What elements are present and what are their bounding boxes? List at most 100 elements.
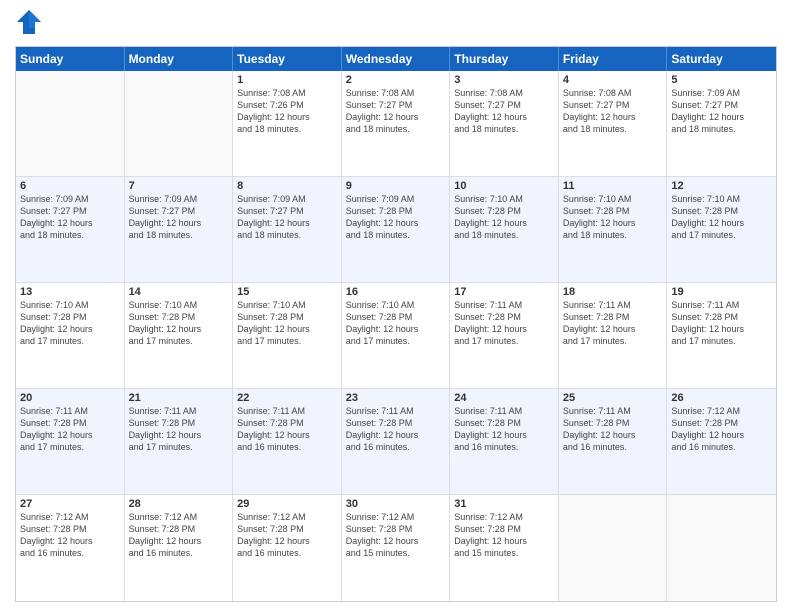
day-info: Sunrise: 7:11 AM Sunset: 7:28 PM Dayligh… <box>237 405 337 454</box>
day-cell-5: 5Sunrise: 7:09 AM Sunset: 7:27 PM Daylig… <box>667 71 776 176</box>
day-cell-12: 12Sunrise: 7:10 AM Sunset: 7:28 PM Dayli… <box>667 177 776 282</box>
day-cell-29: 29Sunrise: 7:12 AM Sunset: 7:28 PM Dayli… <box>233 495 342 601</box>
day-info: Sunrise: 7:09 AM Sunset: 7:27 PM Dayligh… <box>20 193 120 242</box>
header-day-tuesday: Tuesday <box>233 47 342 71</box>
day-number: 8 <box>237 180 337 192</box>
day-info: Sunrise: 7:11 AM Sunset: 7:28 PM Dayligh… <box>671 299 772 348</box>
day-cell-9: 9Sunrise: 7:09 AM Sunset: 7:28 PM Daylig… <box>342 177 451 282</box>
logo-icon <box>15 8 43 36</box>
day-cell-18: 18Sunrise: 7:11 AM Sunset: 7:28 PM Dayli… <box>559 283 668 388</box>
day-info: Sunrise: 7:11 AM Sunset: 7:28 PM Dayligh… <box>129 405 229 454</box>
day-number: 5 <box>671 74 772 86</box>
day-info: Sunrise: 7:09 AM Sunset: 7:27 PM Dayligh… <box>129 193 229 242</box>
calendar-body: 1Sunrise: 7:08 AM Sunset: 7:26 PM Daylig… <box>16 71 776 601</box>
page: SundayMondayTuesdayWednesdayThursdayFrid… <box>0 0 792 612</box>
day-cell-30: 30Sunrise: 7:12 AM Sunset: 7:28 PM Dayli… <box>342 495 451 601</box>
day-info: Sunrise: 7:10 AM Sunset: 7:28 PM Dayligh… <box>454 193 554 242</box>
day-info: Sunrise: 7:08 AM Sunset: 7:26 PM Dayligh… <box>237 87 337 136</box>
calendar: SundayMondayTuesdayWednesdayThursdayFrid… <box>15 46 777 602</box>
day-info: Sunrise: 7:12 AM Sunset: 7:28 PM Dayligh… <box>454 511 554 560</box>
day-number: 28 <box>129 498 229 510</box>
day-number: 25 <box>563 392 663 404</box>
day-cell-17: 17Sunrise: 7:11 AM Sunset: 7:28 PM Dayli… <box>450 283 559 388</box>
day-number: 21 <box>129 392 229 404</box>
day-number: 7 <box>129 180 229 192</box>
day-info: Sunrise: 7:10 AM Sunset: 7:28 PM Dayligh… <box>237 299 337 348</box>
day-info: Sunrise: 7:11 AM Sunset: 7:28 PM Dayligh… <box>346 405 446 454</box>
day-cell-24: 24Sunrise: 7:11 AM Sunset: 7:28 PM Dayli… <box>450 389 559 494</box>
day-info: Sunrise: 7:10 AM Sunset: 7:28 PM Dayligh… <box>346 299 446 348</box>
header-day-wednesday: Wednesday <box>342 47 451 71</box>
day-info: Sunrise: 7:08 AM Sunset: 7:27 PM Dayligh… <box>563 87 663 136</box>
day-number: 18 <box>563 286 663 298</box>
day-number: 26 <box>671 392 772 404</box>
calendar-header: SundayMondayTuesdayWednesdayThursdayFrid… <box>16 47 776 71</box>
header-day-sunday: Sunday <box>16 47 125 71</box>
day-cell-3: 3Sunrise: 7:08 AM Sunset: 7:27 PM Daylig… <box>450 71 559 176</box>
day-cell-28: 28Sunrise: 7:12 AM Sunset: 7:28 PM Dayli… <box>125 495 234 601</box>
day-number: 14 <box>129 286 229 298</box>
day-number: 29 <box>237 498 337 510</box>
day-info: Sunrise: 7:10 AM Sunset: 7:28 PM Dayligh… <box>20 299 120 348</box>
day-cell-16: 16Sunrise: 7:10 AM Sunset: 7:28 PM Dayli… <box>342 283 451 388</box>
day-cell-1: 1Sunrise: 7:08 AM Sunset: 7:26 PM Daylig… <box>233 71 342 176</box>
day-cell-10: 10Sunrise: 7:10 AM Sunset: 7:28 PM Dayli… <box>450 177 559 282</box>
day-number: 27 <box>20 498 120 510</box>
day-number: 10 <box>454 180 554 192</box>
day-info: Sunrise: 7:12 AM Sunset: 7:28 PM Dayligh… <box>20 511 120 560</box>
week-row-5: 27Sunrise: 7:12 AM Sunset: 7:28 PM Dayli… <box>16 495 776 601</box>
day-cell-13: 13Sunrise: 7:10 AM Sunset: 7:28 PM Dayli… <box>16 283 125 388</box>
day-cell-31: 31Sunrise: 7:12 AM Sunset: 7:28 PM Dayli… <box>450 495 559 601</box>
day-number: 13 <box>20 286 120 298</box>
empty-cell <box>125 71 234 176</box>
day-number: 16 <box>346 286 446 298</box>
day-cell-20: 20Sunrise: 7:11 AM Sunset: 7:28 PM Dayli… <box>16 389 125 494</box>
day-number: 3 <box>454 74 554 86</box>
empty-cell <box>559 495 668 601</box>
day-number: 4 <box>563 74 663 86</box>
day-info: Sunrise: 7:10 AM Sunset: 7:28 PM Dayligh… <box>671 193 772 242</box>
day-number: 23 <box>346 392 446 404</box>
header-day-monday: Monday <box>125 47 234 71</box>
header-day-friday: Friday <box>559 47 668 71</box>
day-cell-6: 6Sunrise: 7:09 AM Sunset: 7:27 PM Daylig… <box>16 177 125 282</box>
day-info: Sunrise: 7:12 AM Sunset: 7:28 PM Dayligh… <box>346 511 446 560</box>
day-cell-15: 15Sunrise: 7:10 AM Sunset: 7:28 PM Dayli… <box>233 283 342 388</box>
day-cell-14: 14Sunrise: 7:10 AM Sunset: 7:28 PM Dayli… <box>125 283 234 388</box>
day-number: 1 <box>237 74 337 86</box>
day-number: 20 <box>20 392 120 404</box>
week-row-3: 13Sunrise: 7:10 AM Sunset: 7:28 PM Dayli… <box>16 283 776 389</box>
empty-cell <box>667 495 776 601</box>
day-number: 30 <box>346 498 446 510</box>
day-cell-11: 11Sunrise: 7:10 AM Sunset: 7:28 PM Dayli… <box>559 177 668 282</box>
logo <box>15 10 47 38</box>
day-number: 19 <box>671 286 772 298</box>
day-number: 9 <box>346 180 446 192</box>
day-info: Sunrise: 7:12 AM Sunset: 7:28 PM Dayligh… <box>129 511 229 560</box>
day-info: Sunrise: 7:11 AM Sunset: 7:28 PM Dayligh… <box>563 299 663 348</box>
day-number: 11 <box>563 180 663 192</box>
day-info: Sunrise: 7:11 AM Sunset: 7:28 PM Dayligh… <box>454 299 554 348</box>
day-info: Sunrise: 7:08 AM Sunset: 7:27 PM Dayligh… <box>346 87 446 136</box>
header <box>15 10 777 38</box>
day-info: Sunrise: 7:12 AM Sunset: 7:28 PM Dayligh… <box>671 405 772 454</box>
day-info: Sunrise: 7:09 AM Sunset: 7:27 PM Dayligh… <box>671 87 772 136</box>
day-info: Sunrise: 7:10 AM Sunset: 7:28 PM Dayligh… <box>129 299 229 348</box>
day-info: Sunrise: 7:08 AM Sunset: 7:27 PM Dayligh… <box>454 87 554 136</box>
day-cell-26: 26Sunrise: 7:12 AM Sunset: 7:28 PM Dayli… <box>667 389 776 494</box>
day-number: 24 <box>454 392 554 404</box>
header-day-thursday: Thursday <box>450 47 559 71</box>
week-row-4: 20 Sunrise: 7:11 AM Sunset: 7:28 PM Dayli… <box>16 389 776 495</box>
week-row-1: 1Sunrise: 7:08 AM Sunset: 7:26 PM Daylig… <box>16 71 776 177</box>
day-info: Sunrise: 7:11 AM Sunset: 7:28 PM Dayligh… <box>563 405 663 454</box>
day-number: 22 <box>237 392 337 404</box>
day-number: 12 <box>671 180 772 192</box>
day-number: 17 <box>454 286 554 298</box>
day-cell-27: 27Sunrise: 7:12 AM Sunset: 7:28 PM Dayli… <box>16 495 125 601</box>
day-cell-23: 23Sunrise: 7:11 AM Sunset: 7:28 PM Dayli… <box>342 389 451 494</box>
empty-cell <box>16 71 125 176</box>
day-cell-25: 25Sunrise: 7:11 AM Sunset: 7:28 PM Dayli… <box>559 389 668 494</box>
day-info: Sunrise: 7:11 AM Sunset: 7:28 PM Dayligh… <box>454 405 554 454</box>
day-number: 31 <box>454 498 554 510</box>
day-cell-22: 22Sunrise: 7:11 AM Sunset: 7:28 PM Dayli… <box>233 389 342 494</box>
